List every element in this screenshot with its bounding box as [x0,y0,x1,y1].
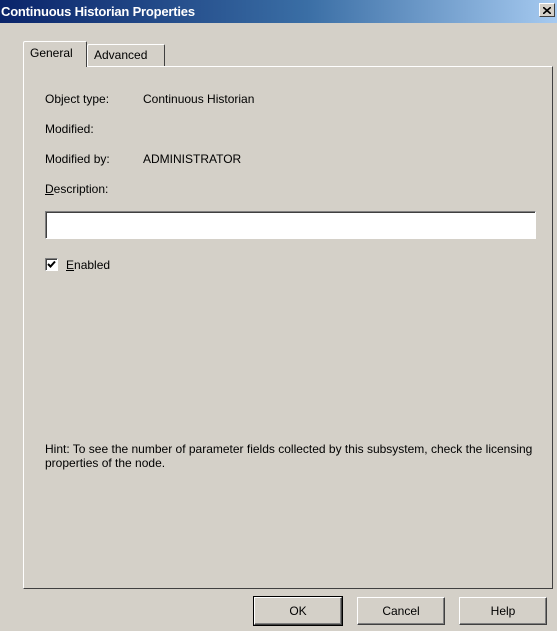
ok-button[interactable]: OK [253,596,343,626]
enabled-checkbox[interactable] [45,258,58,271]
tab-general-label: General [30,46,73,60]
cancel-button[interactable]: Cancel [357,597,445,625]
tab-general[interactable]: General [23,41,87,67]
general-tab-panel [23,66,553,589]
checkmark-icon [47,260,56,268]
title-bar[interactable]: Continuous Historian Properties [0,0,557,23]
enabled-label-text: nabled [74,258,111,272]
object-type-value: Continuous Historian [143,92,255,106]
modified-label: Modified: [45,122,94,136]
description-label-text: escription: [53,182,109,196]
tab-advanced-label: Advanced [94,48,148,62]
help-button[interactable]: Help [459,597,547,625]
window-title: Continuous Historian Properties [1,4,195,19]
close-button[interactable] [539,3,555,17]
enabled-label[interactable]: Enabled [66,258,110,272]
object-type-label: Object type: [45,92,110,106]
tab-advanced[interactable]: Advanced [87,44,165,66]
description-mnemonic: D [45,182,54,196]
close-icon [543,6,551,14]
description-input[interactable] [45,211,536,239]
hint-text: Hint: To see the number of parameter fie… [45,442,533,470]
modified-by-label: Modified by: [45,152,110,166]
modified-by-value: ADMINISTRATOR [143,152,242,166]
properties-dialog: Continuous Historian Properties General … [0,0,557,631]
enabled-mnemonic: E [66,258,75,272]
description-label: Description: [45,182,108,196]
